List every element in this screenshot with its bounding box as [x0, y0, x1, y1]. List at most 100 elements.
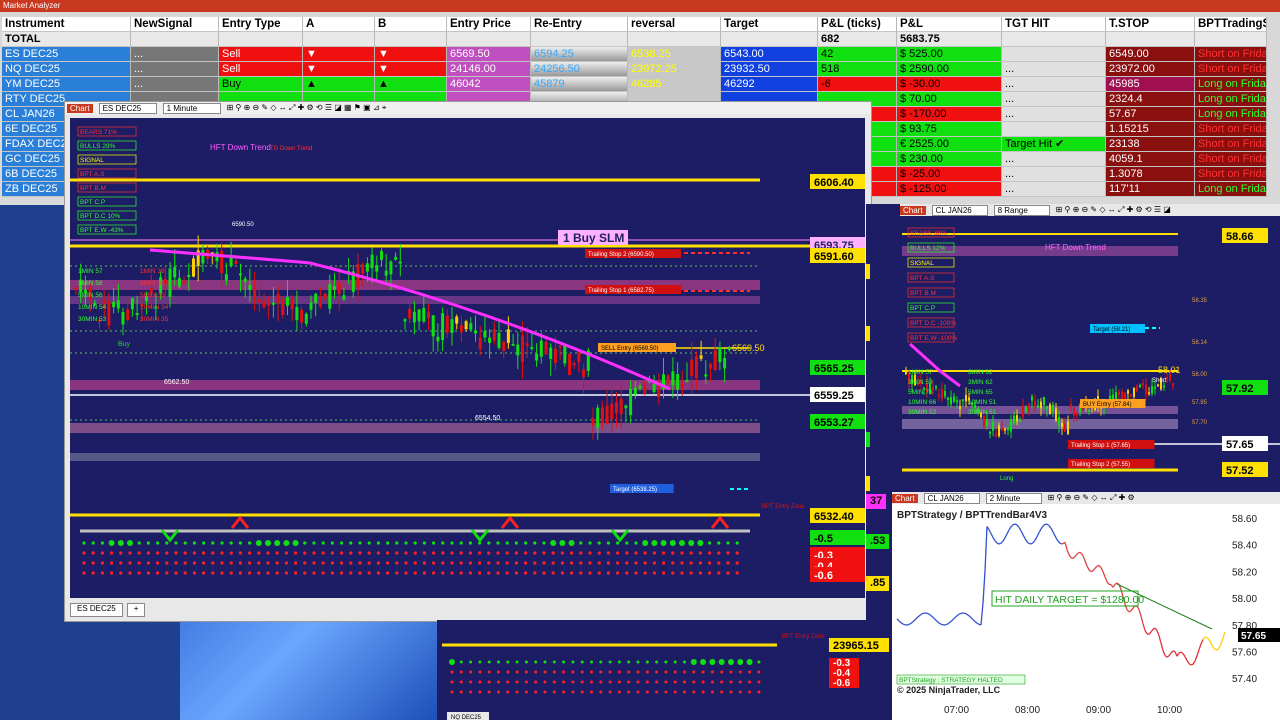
column-header[interactable]: T.STOP: [1106, 17, 1195, 32]
new-signal-cell[interactable]: ...: [131, 47, 219, 62]
signal-dot: [487, 551, 491, 555]
signal-dot: [671, 561, 675, 565]
price-segment: [992, 537, 996, 542]
signal-dot: [478, 561, 482, 565]
column-header[interactable]: Re-Entry: [531, 17, 628, 32]
instrument-selector[interactable]: ES DEC25: [98, 102, 157, 114]
candle: [619, 398, 623, 415]
signal-dot: [524, 680, 528, 684]
signal-dot: [597, 541, 601, 545]
signal-dot: [376, 571, 380, 575]
price-segment: [940, 623, 944, 626]
price-segment: [898, 620, 902, 624]
column-header[interactable]: P&L: [897, 17, 1002, 32]
column-header[interactable]: Target: [721, 17, 818, 32]
signal-dot: [720, 680, 724, 684]
mtf-label: 5MIN 56: [78, 292, 103, 299]
signal-dot: [275, 561, 279, 565]
candle: [403, 319, 407, 322]
candle: [1046, 406, 1048, 409]
signal-dot: [441, 551, 445, 555]
tab-es-dec25[interactable]: ES DEC25: [70, 603, 123, 617]
es-chart-plot[interactable]: HFT Down Trend TG Down Trend Buy 6562.50 655…: [70, 118, 865, 598]
signal-dot: [376, 541, 380, 545]
cl-instrument-selector[interactable]: CL JAN26: [931, 204, 988, 216]
cl-interval-selector[interactable]: 8 Range: [993, 204, 1050, 216]
column-header[interactable]: Entry Price: [447, 17, 531, 32]
candle: [1124, 392, 1126, 400]
signal-dot: [100, 571, 104, 575]
price-segment: [1154, 627, 1158, 631]
column-header[interactable]: TGT HIT: [1002, 17, 1106, 32]
signal-dot: [616, 551, 620, 555]
candle: [938, 394, 940, 397]
cl-chart-toolbar: Chart CL JAN26 8 Range ⊞ ⚲ ⊕ ⊖ ✎ ◇ ↔ ⤢ ✚…: [900, 204, 1280, 216]
strategy-toolbar-icons[interactable]: ⊞ ⚲ ⊕ ⊖ ✎ ◇ ↔ ⤢ ✚ ⚙: [1048, 493, 1135, 503]
candle: [905, 371, 907, 375]
cl-chart-plot[interactable]: HFT Down Trend BEARS 88% BULLS 12% SIGNAL BP…: [870, 216, 1280, 492]
column-header[interactable]: reversal: [628, 17, 721, 32]
instrument-cell[interactable]: NQ DEC25: [2, 62, 131, 77]
signal-dot: [202, 561, 206, 565]
signal-dot: [248, 551, 252, 555]
signal-dot: [321, 561, 325, 565]
interval-selector[interactable]: 1 Minute: [162, 102, 221, 114]
instrument-cell[interactable]: YM DEC25: [2, 77, 131, 92]
signal-dot: [395, 551, 399, 555]
candle: [130, 298, 134, 310]
signal-dot: [229, 551, 233, 555]
signal-dot: [404, 561, 408, 565]
candle: [177, 278, 181, 287]
column-header[interactable]: A: [303, 17, 375, 32]
signal-dot: [174, 561, 178, 565]
indicator-label: BPT D.C -100%: [910, 320, 956, 327]
candle: [492, 329, 496, 341]
market-analyzer-title: Market Analyzer: [0, 0, 1280, 12]
price-segment: [994, 540, 998, 544]
new-signal-cell[interactable]: ...: [131, 62, 219, 77]
strategy-interval-selector[interactable]: 2 Minute: [985, 492, 1042, 504]
add-tab-button[interactable]: +: [126, 603, 146, 617]
signal-dot: [303, 541, 307, 545]
candle: [342, 295, 346, 300]
toolbar-icons[interactable]: ⊞ ⚲ ⊕ ⊖ ✎ ◇ ↔ ⤢ ✚ ⚙ ⟲ ☰ ◪ ▦ ⚑ ▣ ⊿ ⌖: [227, 103, 387, 113]
signal-dot: [450, 690, 454, 694]
instrument-cell[interactable]: ES DEC25: [2, 47, 131, 62]
oscillator-peak: [500, 515, 520, 529]
cl-toolbar-icons[interactable]: ⊞ ⚲ ⊕ ⊖ ✎ ◇ ↔ ⤢ ✚ ⚙ ⟲ ☰ ◪: [1056, 205, 1171, 215]
nq-chart-plot[interactable]: BPT Entry Zone23965.15-0.3-0.4-0.6NQ DEC…: [437, 620, 892, 720]
column-header[interactable]: NewSignal: [131, 17, 219, 32]
signal-dot: [137, 561, 141, 565]
candle: [1070, 404, 1072, 407]
signal-dot: [757, 660, 761, 664]
signal-dot: [608, 680, 612, 684]
pl-ticks-cell: 518: [818, 62, 897, 77]
signal-dot: [100, 561, 104, 565]
cl-chart-tab[interactable]: Chart: [900, 205, 926, 215]
strategy-instrument-selector[interactable]: CL JAN26: [923, 492, 980, 504]
new-signal-cell[interactable]: ...: [131, 77, 219, 92]
price-segment: [1194, 655, 1198, 662]
chart-tab[interactable]: Chart: [67, 103, 93, 113]
column-header[interactable]: BPTTradingS: [1195, 17, 1267, 32]
candle: [253, 288, 257, 304]
signal-dot: [625, 571, 629, 575]
column-header[interactable]: Instrument: [2, 17, 131, 32]
column-header[interactable]: Entry Type: [219, 17, 303, 32]
strategy-chart-tab[interactable]: Chart: [892, 493, 918, 503]
signal-dot: [515, 680, 519, 684]
strategy-chart-plot[interactable]: BPTStrategy / BPTTrendBar4V3 58.60 58.40 58…: [892, 504, 1280, 720]
indicator-label: BEARS 71%: [80, 129, 117, 136]
signal-dot: [487, 561, 491, 565]
price-segment: [1100, 567, 1104, 572]
target-label: Target (6538.25): [613, 487, 657, 493]
column-header[interactable]: B: [375, 17, 447, 32]
entry-type-cell: Buy: [219, 77, 303, 92]
signal-dot: [330, 571, 334, 575]
side-price-box: .53: [866, 534, 890, 549]
price-segment: [936, 620, 940, 624]
signal-dot: [202, 551, 206, 555]
column-header[interactable]: P&L (ticks): [818, 17, 897, 32]
signal-dot: [562, 680, 566, 684]
b-cell: ▼: [375, 47, 447, 62]
